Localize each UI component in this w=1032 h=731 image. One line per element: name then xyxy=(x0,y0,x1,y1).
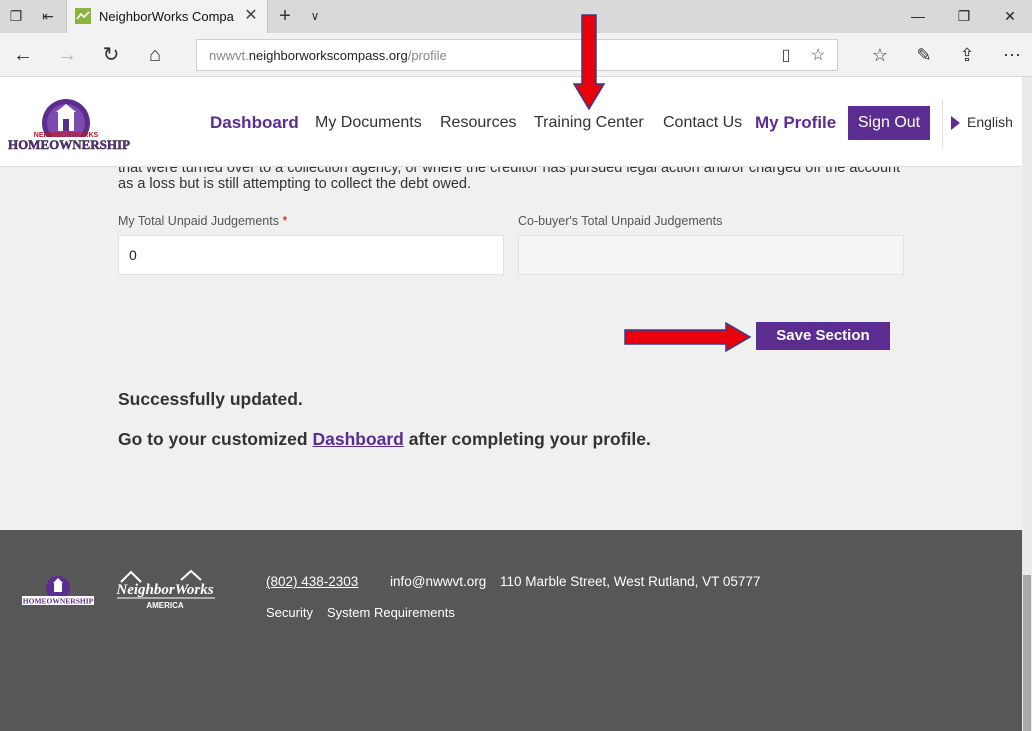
save-section-button[interactable]: Save Section xyxy=(756,322,890,350)
browser-tab[interactable]: NeighborWorks Compa ✕ xyxy=(66,0,268,33)
my-judgements-input[interactable] xyxy=(118,235,504,275)
nav-my-documents[interactable]: My Documents xyxy=(315,114,422,132)
favorites-hub-icon[interactable]: ☆ xyxy=(866,43,894,67)
page-scrollbar[interactable] xyxy=(1022,77,1032,731)
reading-view-icon[interactable]: ▯ xyxy=(775,45,797,67)
language-selector[interactable]: English xyxy=(967,114,1013,130)
share-icon[interactable]: ⇪ xyxy=(953,43,981,67)
annotation-arrow-down xyxy=(572,14,606,110)
svg-text:NeighborWorks: NeighborWorks xyxy=(115,582,213,598)
tab-close-icon[interactable]: ✕ xyxy=(241,6,261,26)
dashboard-prompt: Go to your customized Dashboard after co… xyxy=(118,429,651,449)
success-message: Successfully updated. xyxy=(118,389,303,409)
nav-my-profile[interactable]: My Profile xyxy=(755,113,836,133)
window-close-icon[interactable]: ✕ xyxy=(998,5,1022,27)
site-header: NEIGHBORWORKS HOMEOWNERSHIP Dashboard My… xyxy=(0,77,1022,167)
header-divider xyxy=(942,99,943,147)
neighborworks-america-logo[interactable]: NeighborWorks AMERICA xyxy=(115,568,217,612)
new-tab-icon[interactable]: + xyxy=(274,5,296,27)
language-caret-icon[interactable] xyxy=(951,116,960,130)
tab-actions-icon[interactable]: ❐ xyxy=(6,6,26,26)
refresh-icon[interactable]: ↻ xyxy=(98,43,124,67)
section-description: that were turned over to a collection ag… xyxy=(118,167,901,192)
nav-dashboard[interactable]: Dashboard xyxy=(210,113,299,133)
svg-text:AMERICA: AMERICA xyxy=(146,601,184,610)
nav-training-center[interactable]: Training Center xyxy=(534,114,644,132)
footer-phone[interactable]: (802) 438-2303 xyxy=(266,574,358,589)
tab-title: NeighborWorks Compa xyxy=(99,9,234,24)
annotation-arrow-right xyxy=(624,321,752,353)
minimize-icon[interactable]: — xyxy=(906,5,930,27)
svg-text:HOMEOWNERSHIP: HOMEOWNERSHIP xyxy=(23,597,94,606)
svg-text:HOMEOWNERSHIP: HOMEOWNERSHIP xyxy=(8,137,130,152)
favorite-star-icon[interactable]: ☆ xyxy=(807,45,829,67)
homeownership-logo[interactable]: NEIGHBORWORKS HOMEOWNERSHIP xyxy=(6,97,132,155)
address-bar[interactable]: nwwvt.neighborworkscompass.org/profile ▯… xyxy=(196,39,838,71)
cobuyer-judgements-label: Co-buyer's Total Unpaid Judgements xyxy=(518,214,723,228)
web-note-icon[interactable]: ✎ xyxy=(910,43,938,67)
dashboard-link[interactable]: Dashboard xyxy=(312,429,403,449)
browser-tab-bar: ❐ ⇤ NeighborWorks Compa ✕ + ∨ — ❐ ✕ xyxy=(0,0,1032,33)
home-icon[interactable]: ⌂ xyxy=(142,43,168,67)
more-menu-icon[interactable]: ⋯ xyxy=(998,43,1026,67)
footer-link-security[interactable]: Security xyxy=(266,605,313,620)
forward-icon[interactable]: → xyxy=(54,43,80,67)
footer-homeownership-logo[interactable]: HOMEOWNERSHIP xyxy=(22,574,94,608)
restore-icon[interactable]: ❐ xyxy=(952,5,976,27)
cobuyer-judgements-input xyxy=(518,235,904,275)
set-tabs-aside-icon[interactable]: ⇤ xyxy=(38,6,58,26)
url-text: nwwvt.neighborworkscompass.org/profile xyxy=(209,48,447,63)
nav-resources[interactable]: Resources xyxy=(440,114,516,132)
nav-contact-us[interactable]: Contact Us xyxy=(663,114,742,132)
footer-address: 110 Marble Street, West Rutland, VT 0577… xyxy=(500,574,761,589)
scrollbar-thumb[interactable] xyxy=(1023,575,1031,731)
site-footer: HOMEOWNERSHIP NeighborWorks AMERICA (802… xyxy=(0,530,1022,731)
footer-link-system-requirements[interactable]: System Requirements xyxy=(327,605,455,620)
tab-preview-chevron-icon[interactable]: ∨ xyxy=(305,6,325,26)
required-marker: * xyxy=(282,214,288,228)
profile-form-section: that were turned over to a collection ag… xyxy=(0,167,1022,530)
site-favicon-icon xyxy=(75,8,91,24)
my-judgements-label: My Total Unpaid Judgements * xyxy=(118,214,288,228)
sign-out-button[interactable]: Sign Out xyxy=(848,106,930,140)
footer-email[interactable]: info@nwwvt.org xyxy=(390,574,486,589)
browser-nav-bar: ← → ↻ ⌂ nwwvt.neighborworkscompass.org/p… xyxy=(0,33,1032,77)
back-icon[interactable]: ← xyxy=(10,43,36,67)
